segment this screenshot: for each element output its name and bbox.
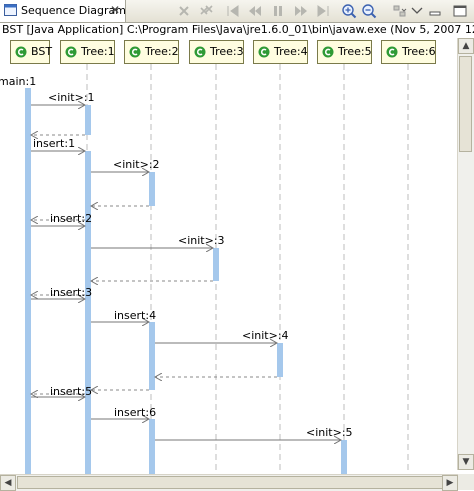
class-icon xyxy=(15,46,27,58)
maximize-icon[interactable] xyxy=(452,3,468,19)
object-label: Tree:4 xyxy=(274,45,308,58)
tab-sequence-diagram[interactable]: Sequence Diagram ✕ xyxy=(0,0,126,22)
scroll-right-button[interactable]: ▶ xyxy=(442,475,458,491)
object-bst[interactable]: BST xyxy=(10,40,53,64)
message-label: <init>:4 xyxy=(242,329,289,342)
remove-all-icon[interactable] xyxy=(198,3,214,19)
message-label: insert:5 xyxy=(50,385,92,398)
back-icon[interactable] xyxy=(247,3,263,19)
message-label: insert:4 xyxy=(114,309,156,322)
object-tree1[interactable]: Tree:1 xyxy=(60,40,115,64)
scroll-down-button[interactable]: ▼ xyxy=(458,454,474,470)
vertical-scrollbar[interactable]: ▲ ▼ xyxy=(457,38,474,470)
zoom-in-icon[interactable] xyxy=(341,3,357,19)
activation-bar xyxy=(149,172,155,206)
view-menu-icon[interactable] xyxy=(409,3,425,19)
message-label: <init>:5 xyxy=(306,426,353,439)
object-label: BST xyxy=(31,45,53,58)
activation-bar xyxy=(149,322,155,390)
vertical-scroll-thumb[interactable] xyxy=(459,56,472,152)
activation-bar xyxy=(85,105,91,135)
object-label: Tree:6 xyxy=(402,45,436,58)
object-tree4[interactable]: Tree:4 xyxy=(253,40,308,64)
message-label: <init>:2 xyxy=(113,158,160,171)
step-back-icon[interactable] xyxy=(225,3,241,19)
scroll-left-button[interactable]: ◀ xyxy=(0,475,16,491)
class-icon xyxy=(194,46,206,58)
scrollbar-corner xyxy=(458,474,474,490)
class-icon xyxy=(322,46,334,58)
zoom-out-icon[interactable] xyxy=(361,3,377,19)
pause-icon[interactable] xyxy=(270,3,286,19)
class-icon xyxy=(129,46,141,58)
object-label: Tree:1 xyxy=(81,45,115,58)
message-label: main:1 xyxy=(0,75,36,88)
horizontal-scroll-thumb[interactable] xyxy=(17,476,447,489)
message-label: <init>:3 xyxy=(178,234,225,247)
object-label: Tree:2 xyxy=(145,45,179,58)
diagram-svg: main:1 <init>:1 insert:1 <init>:2 insert:2 <i… xyxy=(0,64,463,490)
scroll-up-button[interactable]: ▲ xyxy=(458,38,474,54)
step-forward-icon[interactable] xyxy=(315,3,331,19)
class-icon xyxy=(65,46,77,58)
sequence-diagram-canvas[interactable]: main:1 <init>:1 insert:1 <init>:2 insert:2 <i… xyxy=(0,38,474,490)
activation-bar xyxy=(213,248,219,281)
class-icon xyxy=(386,46,398,58)
activation-bar xyxy=(85,151,91,490)
message-label: insert:3 xyxy=(50,286,92,299)
object-tree2[interactable]: Tree:2 xyxy=(124,40,179,64)
horizontal-scrollbar[interactable]: ◀ ▶ xyxy=(0,474,458,491)
sequence-diagram-icon xyxy=(4,4,17,16)
message-label: insert:1 xyxy=(33,137,75,150)
message-label: <init>:1 xyxy=(48,91,95,104)
object-tree6[interactable]: Tree:6 xyxy=(381,40,436,64)
layout-icon[interactable] xyxy=(392,3,408,19)
activation-bar xyxy=(25,88,31,490)
remove-icon[interactable] xyxy=(176,3,192,19)
minimize-icon[interactable] xyxy=(427,3,443,19)
class-icon xyxy=(258,46,270,58)
close-icon[interactable]: ✕ xyxy=(110,3,120,17)
object-label: Tree:5 xyxy=(338,45,372,58)
activation-bar xyxy=(277,343,283,377)
object-tree3[interactable]: Tree:3 xyxy=(189,40,244,64)
launch-description: BST [Java Application] C:\Program Files\… xyxy=(2,23,474,36)
object-label: Tree:3 xyxy=(210,45,244,58)
view-tab-bar: Sequence Diagram ✕ xyxy=(0,0,474,23)
message-label: insert:6 xyxy=(114,406,156,419)
object-tree5[interactable]: Tree:5 xyxy=(317,40,372,64)
forward-icon[interactable] xyxy=(293,3,309,19)
message-label: insert:2 xyxy=(50,212,92,225)
